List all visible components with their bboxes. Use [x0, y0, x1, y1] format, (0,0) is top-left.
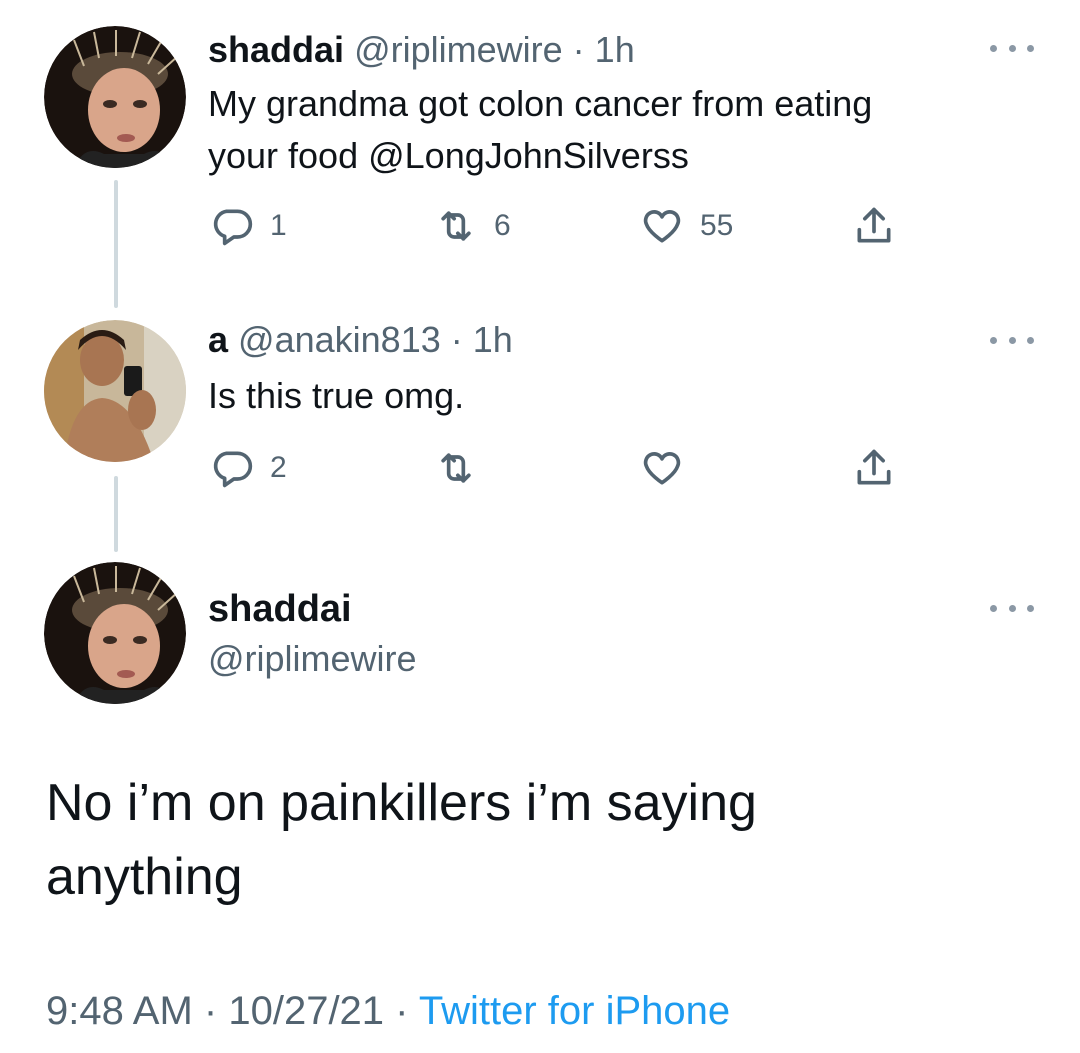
reply-icon	[213, 451, 253, 488]
separator: ·	[572, 29, 585, 70]
display-name[interactable]: a	[208, 319, 228, 360]
more-icon[interactable]	[990, 38, 1034, 58]
thread-connector	[114, 180, 118, 308]
retweet-count: 6	[494, 209, 511, 242]
retweet-icon	[441, 453, 471, 483]
share-icon	[857, 449, 891, 485]
user-handle[interactable]: @riplimewire	[208, 636, 417, 682]
retweet-icon	[441, 211, 471, 241]
main-tweet-text: No i’m on painkillers i’m saying anythin…	[46, 766, 1026, 914]
like-button[interactable]: 55	[640, 202, 733, 250]
reply-button[interactable]: 2	[210, 444, 287, 492]
avatar-image	[44, 320, 186, 462]
retweet-button[interactable]	[434, 444, 494, 492]
user-handle[interactable]: @riplimewire	[354, 29, 563, 70]
timestamp[interactable]: 1h	[473, 319, 513, 360]
avatar-shaddai[interactable]	[44, 26, 186, 168]
tweet-header: shaddai @riplimewire · 1h	[208, 28, 635, 72]
more-icon[interactable]	[990, 598, 1034, 618]
tweet-header: a @anakin813 · 1h	[208, 318, 513, 362]
share-icon	[857, 207, 891, 243]
retweet-button[interactable]: 6	[434, 202, 511, 250]
tweet-text: My grandma got colon cancer from eating …	[208, 78, 872, 182]
timestamp[interactable]: 1h	[595, 29, 635, 70]
avatar-anakin[interactable]	[44, 320, 186, 462]
separator: ·	[450, 319, 463, 360]
display-name[interactable]: shaddai	[208, 29, 344, 70]
tweet-time[interactable]: 9:48 AM	[46, 989, 193, 1033]
user-handle[interactable]: @anakin813	[238, 319, 441, 360]
share-button[interactable]	[852, 202, 896, 250]
tweet-text: Is this true omg.	[208, 375, 465, 416]
tweet-text-line: No i’m on painkillers i’m saying	[46, 774, 757, 832]
tweet-metadata: 9:48 AM · 10/27/21 · Twitter for iPhone	[46, 985, 730, 1037]
thread-connector	[114, 476, 118, 552]
reply-button[interactable]: 1	[210, 202, 287, 250]
avatar-image	[44, 562, 186, 704]
tweet-thread: shaddai @riplimewire · 1h My grandma got…	[0, 0, 1080, 1053]
like-button[interactable]	[640, 444, 700, 492]
tweet-source-link[interactable]: Twitter for iPhone	[419, 989, 730, 1033]
reply-count: 1	[270, 209, 287, 242]
tweet-text-line: your food @LongJohnSilverss	[208, 135, 689, 176]
share-button[interactable]	[852, 444, 896, 492]
heart-icon	[643, 452, 681, 485]
like-count: 55	[700, 209, 734, 242]
display-name[interactable]: shaddai	[208, 586, 352, 632]
separator: ·	[203, 989, 218, 1033]
reply-count: 2	[270, 451, 287, 484]
avatar-shaddai[interactable]	[44, 562, 186, 704]
tweet-date[interactable]: 10/27/21	[228, 989, 384, 1033]
heart-icon	[643, 210, 681, 243]
tweet-text-line: My grandma got colon cancer from eating	[208, 83, 873, 124]
separator: ·	[395, 989, 409, 1033]
reply-icon	[213, 209, 253, 246]
tweet-text-line: anything	[46, 848, 243, 906]
more-icon[interactable]	[990, 330, 1034, 350]
avatar-image	[44, 26, 186, 168]
